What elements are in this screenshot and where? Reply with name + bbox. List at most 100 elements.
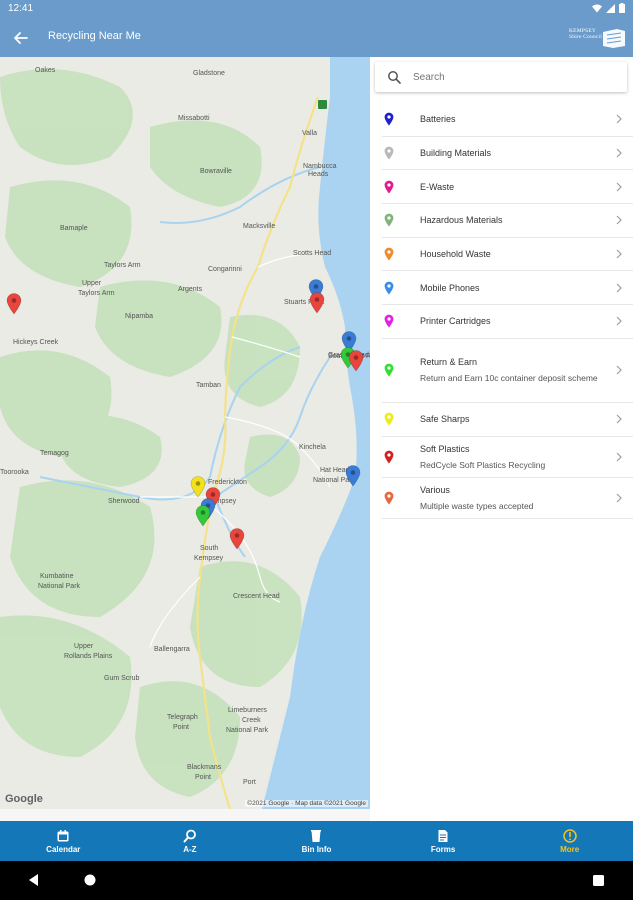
category-pin-icon xyxy=(384,112,394,126)
system-recents-icon[interactable] xyxy=(593,875,604,886)
chevron-right-icon xyxy=(616,215,622,225)
category-label: Various xyxy=(420,484,450,495)
category-text: Batteries xyxy=(420,107,456,131)
nav-tab-calendar[interactable]: Calendar xyxy=(0,821,127,861)
app-bar: Recycling Near Me KEMPSEY Shire Council xyxy=(0,18,633,57)
category-pin-icon xyxy=(384,491,394,504)
nav-tab-a-z[interactable]: A-Z xyxy=(127,821,254,861)
map-view[interactable]: Gladstone Oakes Missabotti Valla Nambucca Hea… xyxy=(0,57,370,809)
status-bar: 12:41 xyxy=(0,0,633,18)
search-input[interactable] xyxy=(413,71,613,83)
map-place-label: Crescent Head xyxy=(233,593,280,600)
page-title: Recycling Near Me xyxy=(48,30,141,42)
nav-tab-label: A-Z xyxy=(183,844,197,854)
search-icon xyxy=(388,71,401,84)
chevron-right-icon xyxy=(616,114,622,124)
category-item-e-waste[interactable]: E-Waste xyxy=(382,170,633,205)
map-place-label: Upper xyxy=(82,280,102,287)
category-text: Return & Earn Return and Earn 10c contain… xyxy=(420,350,610,390)
nav-tab-bin-info[interactable]: Bin Info xyxy=(253,821,380,861)
map-pin-red-icon[interactable] xyxy=(309,292,325,314)
category-label: Hazardous Materials xyxy=(420,215,503,226)
category-item-various[interactable]: Various Multiple waste types accepted xyxy=(382,478,633,519)
chevron-right-icon xyxy=(616,452,622,461)
category-item-batteries[interactable]: Batteries xyxy=(382,103,633,137)
nav-tab-label: Forms xyxy=(430,844,456,854)
map-pin-yellow-icon[interactable] xyxy=(190,476,206,498)
map-place-label: Limeburners xyxy=(228,707,267,714)
battery-icon xyxy=(619,3,625,13)
category-label: Safe Sharps xyxy=(420,414,470,425)
category-label: Mobile Phones xyxy=(420,282,480,293)
category-pin-icon xyxy=(384,180,394,194)
map-place-label: Gum Scrub xyxy=(104,675,140,682)
category-item-return-earn[interactable]: Return & Earn Return and Earn 10c contain… xyxy=(382,339,633,403)
map-pin-blue-icon[interactable] xyxy=(345,465,361,487)
category-pin-icon xyxy=(384,363,394,377)
map-place-label: Kinchela xyxy=(299,444,326,451)
category-text: Household Waste xyxy=(420,242,491,266)
category-sublabel: Return and Earn 10c container deposit sc… xyxy=(420,373,598,384)
map-place-label: Toorooka xyxy=(0,469,29,476)
category-sublabel: RedCycle Soft Plastics Recycling xyxy=(420,459,546,470)
chevron-right-icon xyxy=(616,283,622,293)
map-pin-green-icon[interactable] xyxy=(195,505,211,527)
nav-tab-label: More xyxy=(560,844,580,854)
category-text: Soft Plastics RedCycle Soft Plastics Recy… xyxy=(420,437,610,477)
map-attribution[interactable]: ©2021 Google · Map data ©2021 Google xyxy=(245,800,368,807)
category-item-printer-cartridges[interactable]: Printer Cartridges xyxy=(382,305,633,339)
map-place-label: National Park xyxy=(38,583,81,590)
map-place-label: Blackmans xyxy=(187,764,222,771)
category-item-building-materials[interactable]: Building Materials xyxy=(382,137,633,171)
nav-tab-more[interactable]: More xyxy=(506,821,633,861)
category-item-hazardous-materials[interactable]: Hazardous Materials xyxy=(382,204,633,238)
map-place-label: Gladstone xyxy=(193,70,225,77)
category-pin-icon xyxy=(384,281,394,295)
search-icon xyxy=(183,829,196,842)
system-back-icon[interactable] xyxy=(28,874,40,886)
category-text: Safe Sharps xyxy=(420,407,470,431)
map-place-label: National Park xyxy=(226,727,269,734)
map-place-label: Macksville xyxy=(243,223,276,230)
category-item-mobile-phones[interactable]: Mobile Phones xyxy=(382,271,633,306)
map-place-label: Bamaple xyxy=(60,225,88,232)
map-place-label: Point xyxy=(195,774,211,781)
map-place-label: Argents xyxy=(178,286,203,293)
map-pin-red-icon[interactable] xyxy=(6,293,22,315)
council-logo: KEMPSEY Shire Council xyxy=(569,26,627,50)
category-label: Building Materials xyxy=(420,148,492,159)
map-place-label: Temagog xyxy=(40,450,69,457)
signal-icon xyxy=(606,3,615,13)
map-pin-red-icon[interactable] xyxy=(348,350,364,372)
status-icons xyxy=(592,3,625,13)
category-label: Return & Earn xyxy=(420,357,478,368)
system-home-icon[interactable] xyxy=(84,874,96,886)
map-place-label: Rollands Plains xyxy=(64,653,113,660)
map-pin-red-icon[interactable] xyxy=(229,528,245,550)
category-item-safe-sharps[interactable]: Safe Sharps xyxy=(382,403,633,437)
category-text: Various Multiple waste types accepted xyxy=(420,478,610,518)
chevron-right-icon xyxy=(616,493,622,502)
category-pin-icon xyxy=(384,146,394,160)
nav-tab-forms[interactable]: Forms xyxy=(380,821,507,861)
chevron-right-icon xyxy=(616,365,622,375)
map-place-label: Frederickton xyxy=(208,479,247,486)
google-logo: Google xyxy=(5,793,43,805)
map-place-label: Valla xyxy=(302,130,318,137)
map-place-label: South xyxy=(200,545,219,552)
category-item-soft-plastics[interactable]: Soft Plastics RedCycle Soft Plastics Recy… xyxy=(382,437,633,478)
wifi-icon xyxy=(592,4,602,12)
map-place-label: Kumbatine xyxy=(40,573,74,580)
map-place-label: Tamban xyxy=(196,382,221,389)
info-icon xyxy=(562,828,577,843)
nav-tab-label: Calendar xyxy=(46,844,81,854)
category-panel: Batteries Building Materials E-Waste Hazard… xyxy=(370,57,633,821)
document-icon xyxy=(438,829,448,842)
back-button[interactable] xyxy=(10,27,32,49)
category-item-household-waste[interactable]: Household Waste xyxy=(382,238,633,272)
search-bar[interactable] xyxy=(375,62,627,92)
map-place-label: Nambucca xyxy=(303,163,337,170)
category-text: E-Waste xyxy=(420,175,454,199)
map-place-label: Creek xyxy=(242,717,261,724)
map-place-label: Taylors Arm xyxy=(104,262,141,269)
